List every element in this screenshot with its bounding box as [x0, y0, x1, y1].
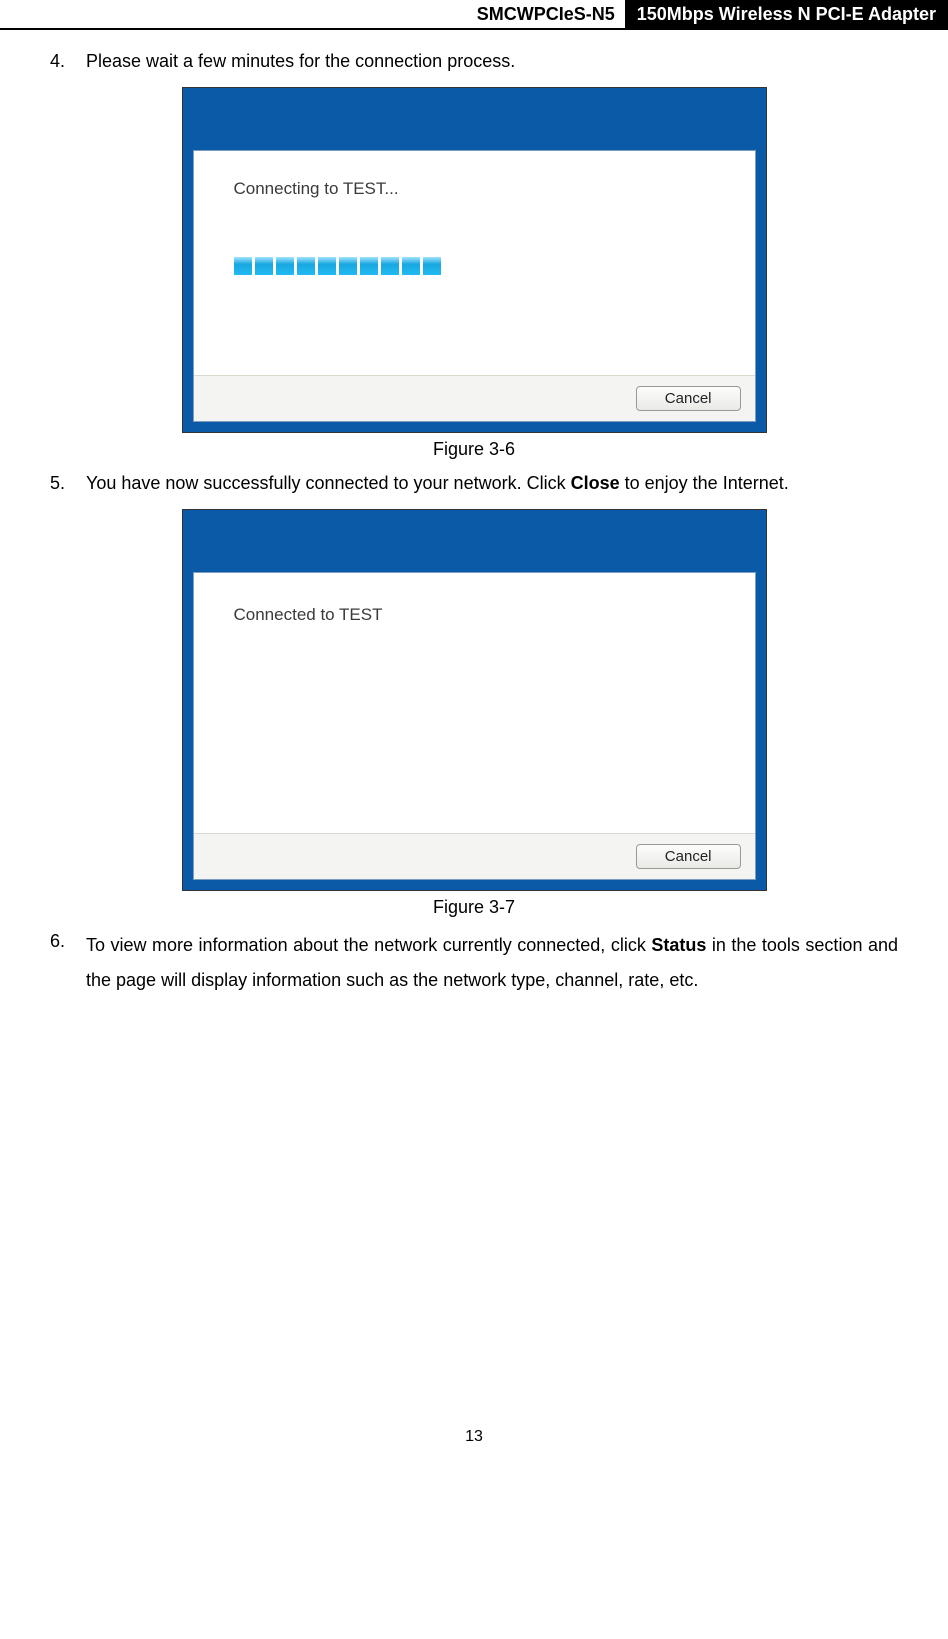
cancel-button[interactable]: Cancel	[636, 844, 741, 869]
step-4: 4. Please wait a few minutes for the con…	[50, 48, 898, 75]
step-5-number: 5.	[50, 470, 86, 497]
step-6-bold: Status	[651, 935, 706, 955]
connected-dialog: Connected to TEST Cancel	[182, 509, 767, 891]
step-5-text: You have now successfully connected to y…	[86, 470, 898, 497]
step-5-post: to enjoy the Internet.	[620, 473, 789, 493]
step-5-bold: Close	[571, 473, 620, 493]
step-5: 5. You have now successfully connected t…	[50, 470, 898, 497]
step-6-number: 6.	[50, 928, 86, 998]
header-model: SMCWPCIeS-N5	[0, 0, 625, 28]
cancel-button[interactable]: Cancel	[636, 386, 741, 411]
connecting-status-text: Connecting to TEST...	[234, 179, 715, 199]
header-title: 150Mbps Wireless N PCI-E Adapter	[625, 0, 948, 28]
connecting-dialog: Connecting to TEST... Cancel	[182, 87, 767, 433]
step-6-text: To view more information about the netwo…	[86, 928, 898, 998]
step-6: 6. To view more information about the ne…	[50, 928, 898, 998]
step-6-pre: To view more information about the netwo…	[86, 935, 651, 955]
step-4-number: 4.	[50, 48, 86, 75]
step-4-text: Please wait a few minutes for the connec…	[86, 48, 898, 75]
step-5-pre: You have now successfully connected to y…	[86, 473, 571, 493]
page-header: SMCWPCIeS-N5 150Mbps Wireless N PCI-E Ad…	[0, 0, 948, 30]
connected-status-text: Connected to TEST	[234, 605, 715, 625]
figure-3-7-caption: Figure 3-7	[50, 897, 898, 918]
page-number: 13	[50, 1428, 898, 1446]
figure-3-6-caption: Figure 3-6	[50, 439, 898, 460]
progress-bar	[234, 257, 715, 275]
